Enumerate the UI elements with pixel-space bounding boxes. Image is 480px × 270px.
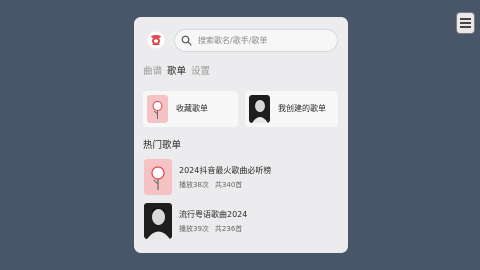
favorites-cover-icon [147,95,168,123]
playlist-row[interactable]: 2024抖音最火歌曲必听榜 播放38次 共340首 [144,159,340,195]
hamburger-menu-icon [460,18,471,28]
playlist-meta: 播放39次 共236首 [179,224,242,234]
playlist-title: 2024抖音最火歌曲必听榜 [179,166,272,175]
playlist-title: 流行粤语歌曲2024 [179,210,248,219]
song-count: 共236首 [214,225,243,233]
favorites-playlist-label: 收藏歌单 [176,104,208,113]
playlist-row[interactable]: 流行粤语歌曲2024 播放39次 共236首 [144,203,340,239]
artist-photo-thumbnail [249,95,270,123]
playlist-panel: 曲谱 歌单 设置 收藏歌单 我创建的歌单 热门歌单 [134,17,348,253]
hot-playlists-title: 热门歌单 [143,140,182,151]
my-created-playlist-label: 我创建的歌单 [278,104,326,113]
search-input[interactable] [198,33,333,48]
search-icon [181,35,192,46]
tab-scores[interactable]: 曲谱 [143,66,162,78]
play-count: 播放39次 [179,225,209,233]
playlist-meta: 播放38次 共340首 [179,180,242,190]
song-count: 共340首 [214,181,243,189]
play-count: 播放38次 [179,181,209,189]
playlist-cover-pink-icon [144,159,172,195]
menu-button[interactable] [456,12,475,34]
app-logo-icon[interactable] [147,31,165,49]
favorites-playlist-card[interactable]: 收藏歌单 [143,91,238,127]
search-bar[interactable] [174,29,338,52]
tab-bar: 曲谱 歌单 设置 [143,66,210,78]
tab-settings[interactable]: 设置 [191,66,210,78]
tab-playlists[interactable]: 歌单 [167,66,186,78]
artist-photo-thumbnail [144,203,172,239]
my-created-playlist-card[interactable]: 我创建的歌单 [245,91,338,127]
